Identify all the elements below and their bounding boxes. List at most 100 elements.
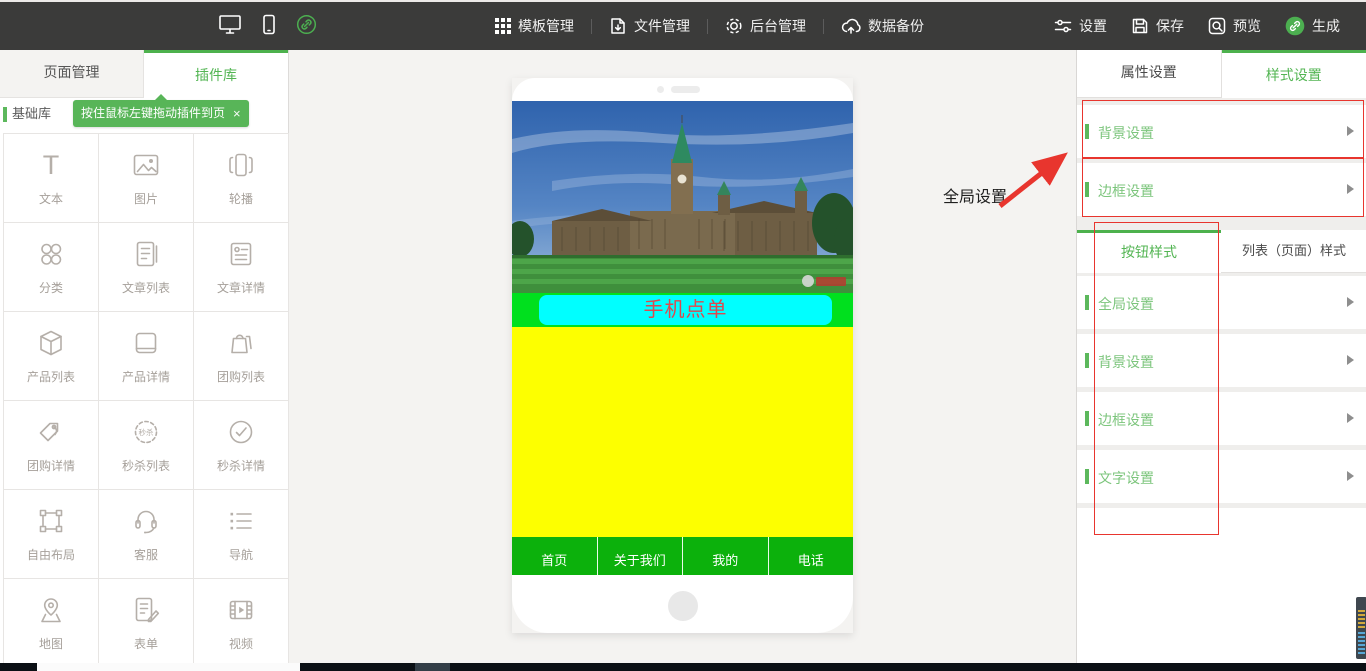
chevron-right-icon (1347, 355, 1354, 365)
horizontal-scrollbar[interactable] (0, 663, 1366, 671)
plugin-sidebar: 页面管理 插件库 基础库 按住鼠标左键拖动插件到页 × T 文本 图片 轮播 (0, 50, 289, 663)
plugin-item-text[interactable]: T 文本 (4, 134, 99, 223)
title-button[interactable]: 手机点单 (539, 295, 832, 325)
device-toggle-group (218, 2, 317, 50)
menu-template-management[interactable]: 模板管理 (495, 16, 574, 36)
menu-label: 数据备份 (868, 16, 924, 36)
horizontal-scrollbar-thumb[interactable] (37, 663, 300, 671)
tab-page-management[interactable]: 页面管理 (0, 50, 144, 98)
chevron-right-icon (1347, 413, 1354, 423)
plugin-item-video[interactable]: 视频 (194, 579, 289, 668)
plugin-item-groupbuy-detail[interactable]: 团购详情 (4, 401, 99, 490)
content-area-widget[interactable] (512, 327, 853, 537)
plugin-item-carousel[interactable]: 轮播 (194, 134, 289, 223)
plugin-label: 轮播 (229, 190, 253, 207)
separator (591, 19, 592, 34)
scrollbar-marks-yellow (1358, 610, 1365, 630)
section-global-settings[interactable]: 全局设置 (1077, 276, 1366, 329)
desktop-preview-icon[interactable] (218, 14, 242, 38)
action-label: 保存 (1156, 16, 1184, 36)
plugin-item-article-detail[interactable]: 文章详情 (194, 223, 289, 312)
plugin-item-service[interactable]: 客服 (99, 490, 194, 579)
annotation-arrow (990, 145, 1080, 215)
topbar: 模板管理 文件管理 后台管理 (0, 2, 1366, 50)
plugin-label: 团购详情 (27, 457, 75, 474)
menu-file-management[interactable]: 文件管理 (609, 16, 690, 36)
settings-button[interactable]: 设置 (1054, 16, 1107, 36)
tooltip-text: 按住鼠标左键拖动插件到页 (81, 100, 225, 127)
plugin-item-form[interactable]: 表单 (99, 579, 194, 668)
tooltip-close-icon[interactable]: × (231, 100, 241, 127)
separator (707, 19, 708, 34)
bottom-nav-widget: 首页 关于我们 我的 电话 (512, 537, 853, 575)
plugin-item-image[interactable]: 图片 (99, 134, 194, 223)
nav-item-mine[interactable]: 我的 (682, 537, 768, 575)
plugin-label: 文章列表 (122, 279, 170, 296)
scrollbar-marks-blue (1358, 632, 1365, 655)
preview-button[interactable]: 预览 (1208, 16, 1261, 36)
editor-canvas[interactable]: 手机点单 首页 关于我们 我的 电话 全局设置 (290, 50, 1076, 663)
phone-bottom-bezel (512, 575, 853, 633)
menu-label: 后台管理 (750, 16, 806, 36)
tab-style-settings[interactable]: 样式设置 (1222, 50, 1366, 98)
svg-text:秒杀: 秒杀 (139, 427, 154, 437)
section-background-settings[interactable]: 背景设置 (1077, 105, 1366, 158)
grid-icon (495, 18, 511, 34)
banner-image[interactable] (512, 101, 853, 293)
plugin-label: 文章详情 (217, 279, 265, 296)
plugin-item-category[interactable]: 分类 (4, 223, 99, 312)
plugin-item-seckill-detail[interactable]: 秒杀详情 (194, 401, 289, 490)
section-marker (1085, 124, 1089, 139)
section-button-border-settings[interactable]: 边框设置 (1077, 392, 1366, 445)
seckill-list-icon: 秒杀 (131, 416, 161, 448)
link-icon[interactable] (296, 14, 317, 38)
tab-plugin-library[interactable]: 插件库 (144, 50, 288, 98)
product-detail-icon (131, 327, 161, 359)
generate-button[interactable]: 生成 (1285, 16, 1340, 36)
tab-button-style[interactable]: 按钮样式 (1077, 230, 1221, 273)
phone-top-bezel (512, 78, 853, 101)
menu-label: 模板管理 (518, 16, 574, 36)
seckill-detail-icon (226, 416, 256, 448)
section-text-settings[interactable]: 文字设置 (1077, 450, 1366, 503)
plugin-item-product-list[interactable]: 产品列表 (4, 312, 99, 401)
tab-attribute-settings[interactable]: 属性设置 (1077, 50, 1222, 98)
vertical-scrollbar[interactable] (1356, 597, 1366, 659)
form-icon (131, 594, 161, 626)
plugin-label: 文本 (39, 190, 63, 207)
separator (823, 19, 824, 34)
tab-list-page-style[interactable]: 列表（页面）样式 (1221, 230, 1366, 273)
plugin-label: 地图 (39, 635, 63, 652)
plugin-item-seckill-list[interactable]: 秒杀 秒杀列表 (99, 401, 194, 490)
section-marker (1085, 411, 1089, 426)
plugin-label: 图片 (134, 190, 158, 207)
section-border-settings[interactable]: 边框设置 (1077, 163, 1366, 216)
groupbuy-detail-icon (36, 416, 66, 448)
save-button[interactable]: 保存 (1131, 16, 1184, 36)
settings-tabs: 属性设置 样式设置 (1077, 50, 1366, 98)
section-button-background-settings[interactable]: 背景设置 (1077, 334, 1366, 387)
camera-dot-icon (657, 86, 664, 93)
plugin-item-nav[interactable]: 导航 (194, 490, 289, 579)
nav-item-home[interactable]: 首页 (512, 537, 597, 575)
mobile-preview-icon[interactable] (262, 14, 276, 38)
action-menu: 设置 保存 预览 (1054, 2, 1340, 50)
plugin-label: 客服 (134, 546, 158, 563)
plugin-item-groupbuy-list[interactable]: 团购列表 (194, 312, 289, 401)
plugin-item-map[interactable]: 地图 (4, 579, 99, 668)
plugin-item-freelayout[interactable]: 自由布局 (4, 490, 99, 579)
nav-item-about[interactable]: 关于我们 (597, 537, 683, 575)
section-marker (1085, 295, 1089, 310)
section-marker (1085, 469, 1089, 484)
menu-data-backup[interactable]: 数据备份 (841, 16, 924, 36)
nav-item-phone[interactable]: 电话 (768, 537, 854, 575)
title-bar-widget[interactable]: 手机点单 (512, 293, 853, 327)
menu-backend-management[interactable]: 后台管理 (725, 16, 806, 36)
map-icon (36, 594, 66, 626)
plugin-item-article-list[interactable]: 文章列表 (99, 223, 194, 312)
action-label: 预览 (1233, 16, 1261, 36)
plugin-item-product-detail[interactable]: 产品详情 (99, 312, 194, 401)
generate-icon (1285, 16, 1305, 36)
plugin-label: 秒杀详情 (217, 457, 265, 474)
plugin-label: 导航 (229, 546, 253, 563)
